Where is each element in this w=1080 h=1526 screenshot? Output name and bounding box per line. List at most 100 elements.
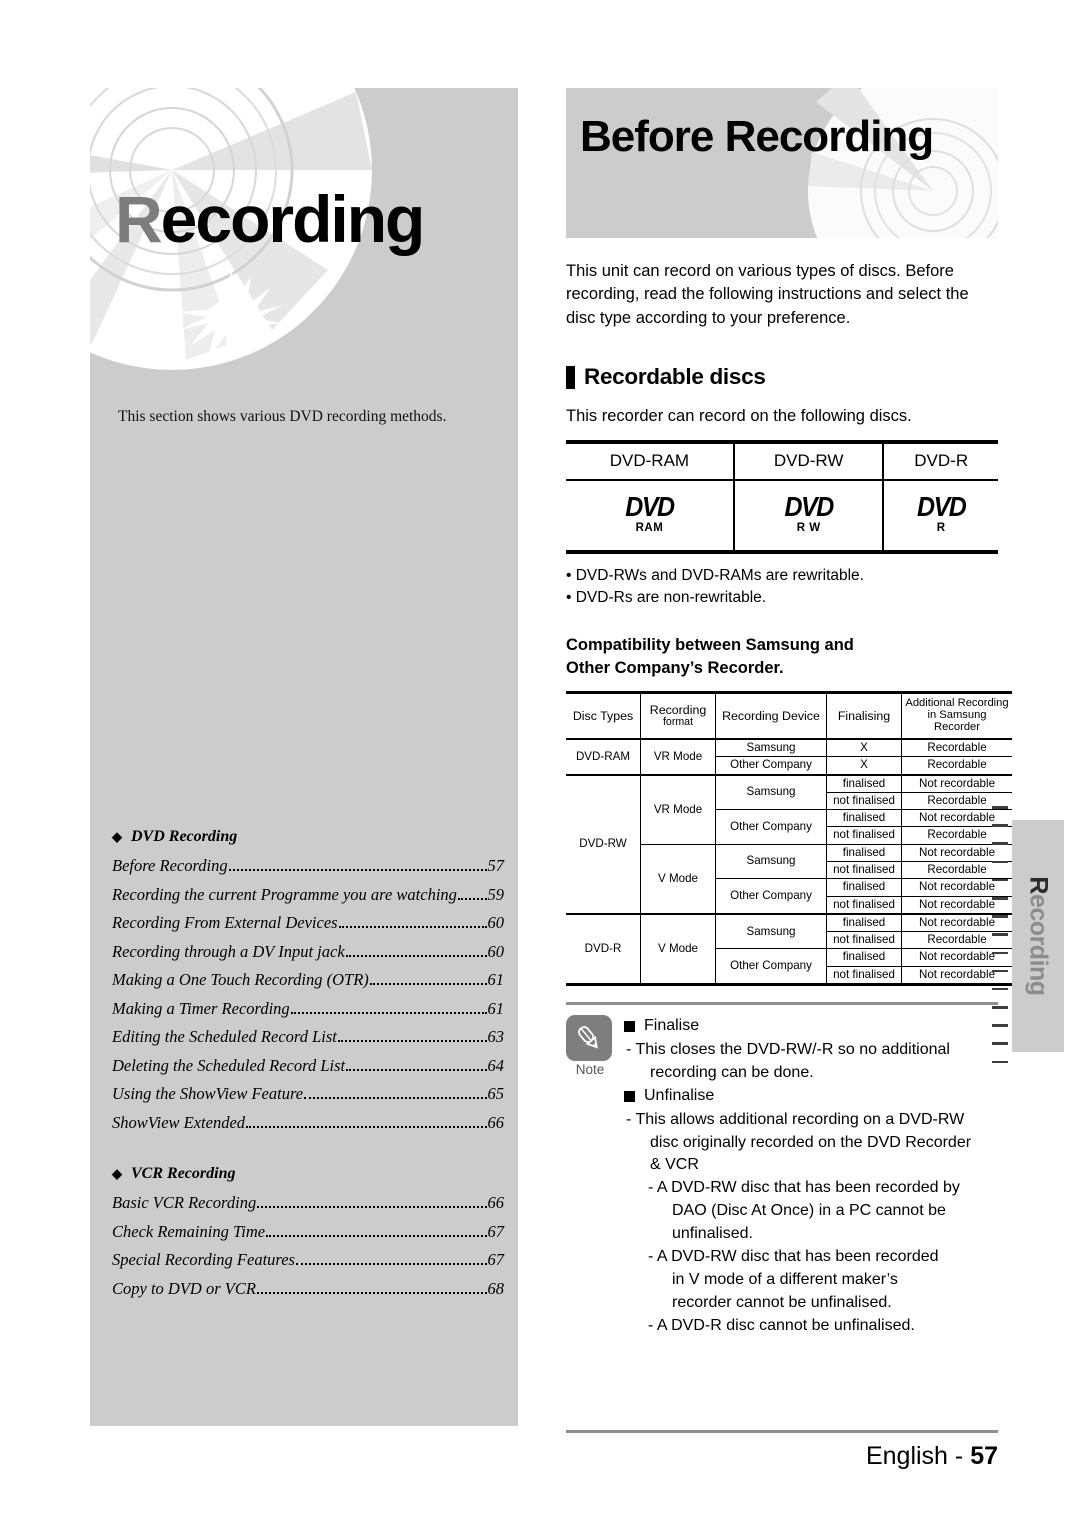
toc-leader	[338, 916, 487, 928]
dvd-logo-icon: DVD R	[917, 493, 967, 535]
thumb-tab-initial: R	[1024, 876, 1053, 894]
cell-finalising: finalised	[826, 843, 902, 863]
tick-mark	[992, 1042, 1008, 1046]
toc-item-title: Special Recording Features	[112, 1250, 295, 1269]
note-line: DAO (Disc At Once) in a PC cannot be	[672, 1202, 946, 1220]
note-badge: Note	[566, 1015, 614, 1337]
note-heading-text: Unfinalise	[644, 1086, 715, 1104]
compatibility-heading: Compatibility between Samsung and Other …	[566, 634, 998, 680]
toc-item-page: 59	[487, 884, 505, 904]
toc-item-title: Basic VCR Recording	[112, 1193, 257, 1212]
page-banner: Before Recording	[566, 88, 998, 238]
cell-recording-device: Other Company	[715, 756, 827, 776]
toc-leader	[290, 1001, 487, 1014]
cell-recording-device: Other Company	[715, 809, 827, 845]
cell-disc-type: DVD-RAM	[566, 738, 641, 776]
toc-item-title: ShowView Extended	[112, 1112, 246, 1132]
tick-mark	[992, 951, 1008, 955]
tick-mark	[992, 896, 1008, 900]
toc-group-spacer	[112, 1141, 504, 1165]
note-line: in V mode of a different maker’s	[672, 1270, 898, 1288]
table-row: DVD-RAM VR Mode Samsung X Recordable	[566, 738, 1012, 776]
toc-item[interactable]: Special Recording Features 67	[112, 1250, 504, 1270]
cell-finalising: not finalised	[826, 791, 902, 811]
toc-item[interactable]: Making a One Touch Recording (OTR) 61	[112, 970, 504, 990]
dvd-logo-icon: DVD RAM	[625, 493, 675, 535]
cell-recording-device: Samsung	[715, 843, 827, 880]
cell-finalising: not finalised	[826, 931, 902, 950]
section-heading: Recordable discs	[566, 364, 998, 390]
note-line: unfinalised.	[672, 1225, 753, 1243]
table-logo-row: DVD RAM DVD R W DVD R	[566, 480, 998, 555]
toc-item[interactable]: Recording the current Programme you are …	[112, 885, 504, 905]
toc-item[interactable]: Copy to DVD or VCR 68	[112, 1279, 504, 1299]
toc-leader	[228, 859, 487, 871]
cell-finalising: finalised	[826, 912, 902, 933]
dvd-r-logo-cell: DVD R	[882, 480, 998, 555]
table-row: DVD-R V Mode Samsung finalised Not recor…	[566, 912, 1012, 987]
toc-item-page: 64	[487, 1055, 505, 1075]
cell-additional-recording: Not recordable	[901, 773, 1012, 793]
toc-item[interactable]: Deleting the Scheduled Record List 64	[112, 1056, 504, 1076]
col-header-recording-format: Recording format	[640, 691, 716, 741]
toc-item[interactable]: Before Recording 57	[112, 856, 504, 876]
note-line: recording can be done.	[650, 1063, 814, 1081]
toc-item-title: Using the ShowView Feature	[112, 1084, 304, 1103]
cell-recording-device: Other Company	[715, 948, 827, 986]
note-line: & VCR	[650, 1156, 699, 1174]
footer-page-number: 57	[970, 1442, 998, 1471]
toc-item-page: 61	[487, 970, 505, 989]
square-bullet-icon	[624, 1021, 635, 1033]
cell-finalising: finalised	[826, 878, 902, 897]
toc-item[interactable]: ShowView Extended 66	[112, 1113, 504, 1133]
toc-item[interactable]: Basic VCR Recording 66	[112, 1193, 504, 1213]
thumb-tab-rest: ecording	[1024, 893, 1053, 996]
note-line: - This closes the DVD-RW/-R so no additi…	[626, 1041, 950, 1059]
pencil-icon	[566, 1015, 612, 1062]
diamond-icon: ◆	[112, 829, 122, 844]
note-line: - This allows additional recording on a …	[626, 1110, 965, 1128]
cell-disc-type: DVD-R	[566, 912, 641, 987]
cell-recording-device: Samsung	[715, 773, 827, 811]
dvd-logo-subtext: R W	[796, 522, 821, 535]
toc-leader	[346, 1058, 487, 1071]
dvd-ram-logo-cell: DVD RAM	[566, 480, 735, 555]
toc-item-page: 67	[487, 1221, 505, 1241]
note-line: - A DVD-RW disc that has been recorded	[648, 1247, 939, 1265]
toc-item-title: Recording through a DV Input jack	[112, 941, 345, 961]
toc-item[interactable]: Check Remaining Time 67	[112, 1222, 504, 1242]
tick-mark	[992, 915, 1008, 918]
dvd-logo-subtext: R	[936, 522, 946, 535]
toc-item-page: 66	[487, 1112, 505, 1132]
banner-disc-graphic	[808, 88, 998, 238]
toc-leader	[345, 944, 487, 957]
cell-finalising: not finalised	[826, 861, 902, 880]
disc-type-header: DVD-R	[882, 440, 998, 482]
col-header-line: in Samsung Recorder	[927, 709, 987, 734]
table-header-row: DVD-RAM DVD-RW DVD-R	[566, 440, 998, 482]
intro-paragraph: This unit can record on various types of…	[566, 262, 969, 327]
cell-recording-format: V Mode	[640, 912, 716, 987]
footer-language: English -	[865, 1442, 971, 1471]
toc-item-page: 57	[487, 856, 505, 875]
tick-mark	[992, 1060, 1008, 1064]
toc-item[interactable]: Making a Timer Recording 61	[112, 999, 504, 1019]
toc-item[interactable]: Recording through a DV Input jack 60	[112, 942, 504, 962]
toc-item[interactable]: Recording From External Devices 60	[112, 913, 504, 933]
toc-item[interactable]: Using the ShowView Feature 65	[112, 1084, 504, 1104]
tick-mark	[992, 860, 1008, 864]
toc-item[interactable]: Editing the Scheduled Record List 63	[112, 1027, 504, 1047]
cell-finalising: not finalised	[826, 895, 902, 915]
toc-item-page: 68	[487, 1278, 505, 1298]
disc-type-header: DVD-RAM	[566, 440, 735, 482]
toc-leader	[266, 1224, 487, 1237]
page-title: Before Recording	[580, 112, 934, 161]
cell-recording-format: V Mode	[640, 843, 716, 915]
chapter-title: Recording	[115, 186, 425, 252]
col-header-disc-types: Disc Types	[566, 691, 641, 741]
chapter-title-rest: ecording	[160, 182, 426, 256]
table-row: DVD-RW VR Mode Samsung finalised Not rec…	[566, 773, 1012, 915]
note-line: disc originally recorded on the DVD Reco…	[650, 1133, 972, 1151]
toc-leader	[295, 1253, 487, 1265]
toc-item-page: 66	[487, 1193, 505, 1212]
